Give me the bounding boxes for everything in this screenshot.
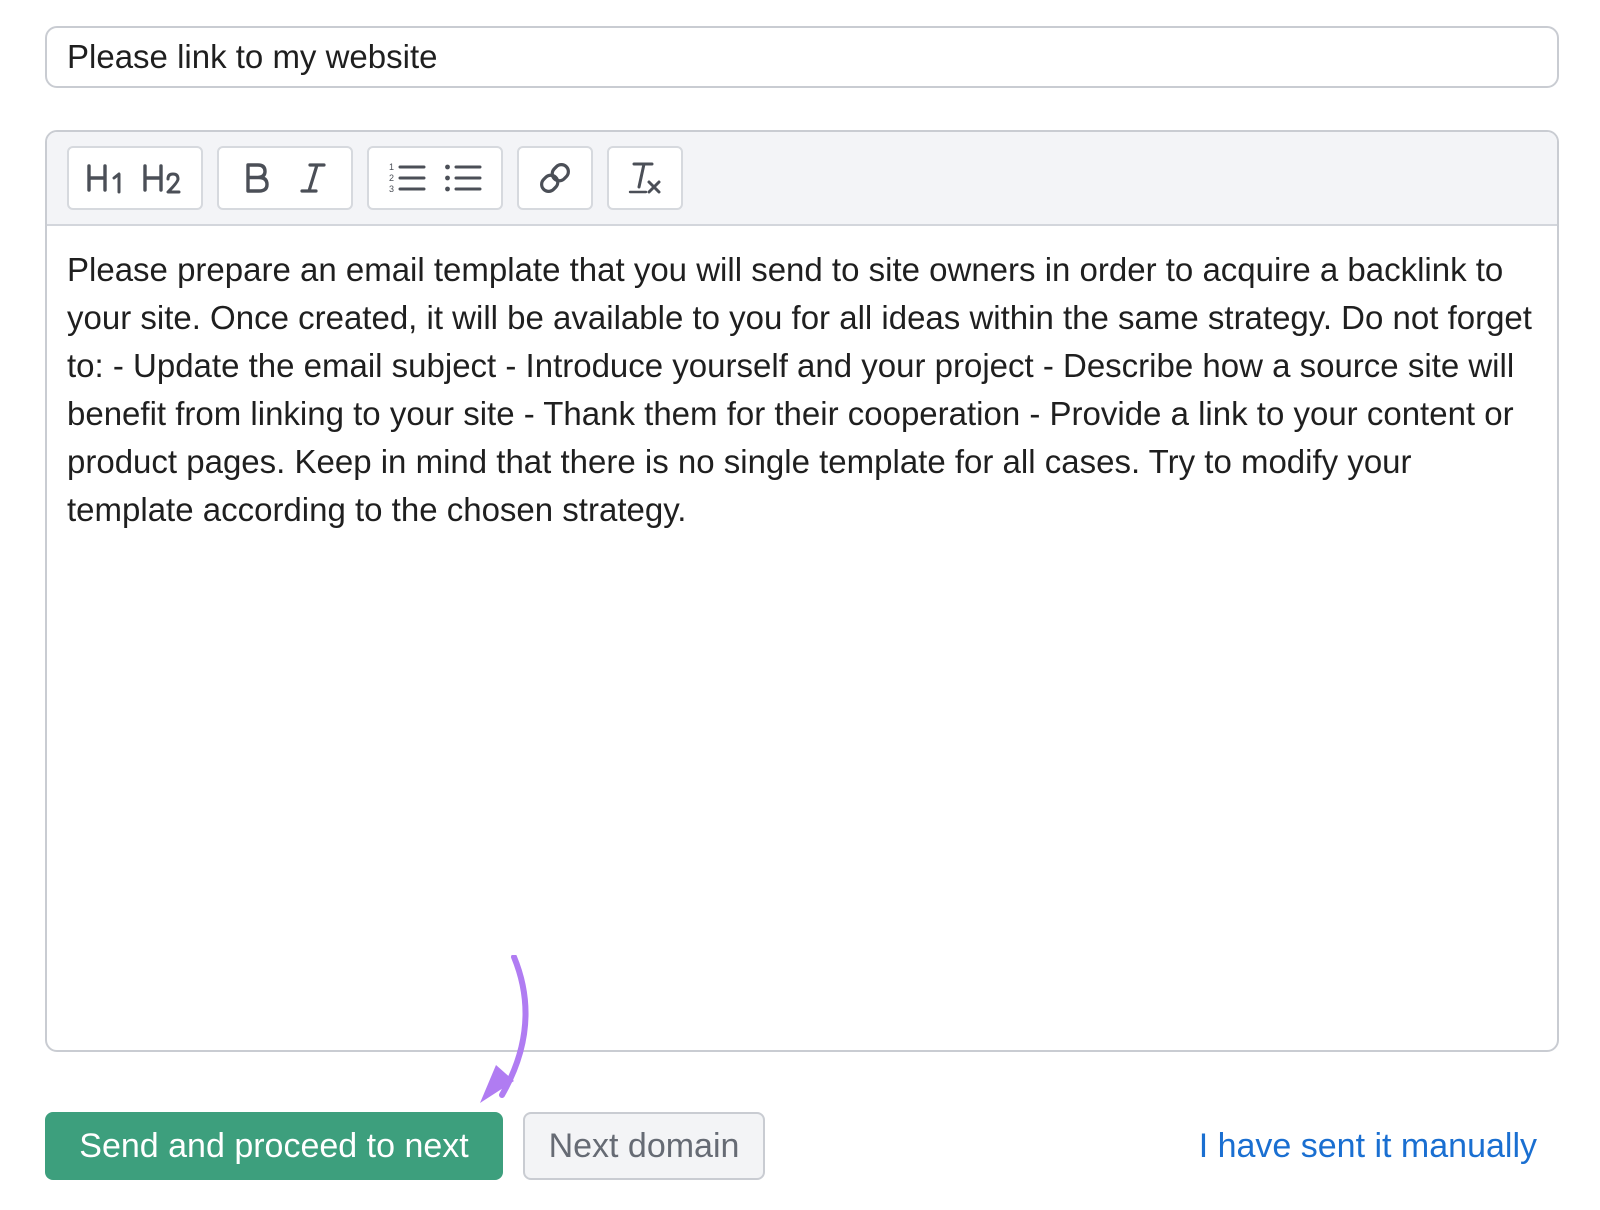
send-and-proceed-button[interactable]: Send and proceed to next — [45, 1112, 503, 1180]
clear-format-group — [607, 146, 683, 210]
email-body-editor[interactable]: 1 2 3 Please prepare an email template t… — [45, 130, 1559, 1052]
sent-manually-link[interactable]: I have sent it manually — [1199, 1112, 1537, 1180]
bold-button[interactable] — [229, 150, 285, 206]
ordered-list-icon: 1 2 3 — [389, 162, 426, 194]
list-group: 1 2 3 — [367, 146, 503, 210]
text-style-group — [217, 146, 353, 210]
svg-text:2: 2 — [389, 173, 394, 183]
editor-content[interactable]: Please prepare an email template that yo… — [47, 226, 1557, 554]
italic-icon — [300, 163, 326, 193]
action-bar: Send and proceed to next Next domain I h… — [45, 1112, 1559, 1182]
heading-1-icon — [87, 164, 121, 194]
annotation-arrow-icon — [480, 955, 529, 1103]
heading-2-icon — [143, 164, 181, 194]
link-group — [517, 146, 593, 210]
clear-format-icon — [628, 162, 661, 194]
bullet-list-icon — [445, 164, 482, 192]
italic-button[interactable] — [285, 150, 341, 206]
clear-format-button[interactable] — [617, 150, 673, 206]
heading-2-button[interactable] — [135, 150, 191, 206]
link-button[interactable] — [527, 150, 583, 206]
svg-text:3: 3 — [389, 184, 394, 194]
bold-icon — [246, 163, 269, 193]
next-domain-button[interactable]: Next domain — [523, 1112, 765, 1180]
email-subject-value: Please link to my website — [67, 38, 438, 75]
email-subject-input[interactable]: Please link to my website — [45, 26, 1559, 88]
heading-1-button[interactable] — [79, 150, 135, 206]
bullet-list-button[interactable] — [435, 150, 491, 206]
link-icon — [540, 163, 570, 193]
svg-text:1: 1 — [389, 162, 394, 172]
heading-group — [67, 146, 203, 210]
ordered-list-button[interactable]: 1 2 3 — [379, 150, 435, 206]
editor-toolbar: 1 2 3 — [47, 132, 1557, 226]
